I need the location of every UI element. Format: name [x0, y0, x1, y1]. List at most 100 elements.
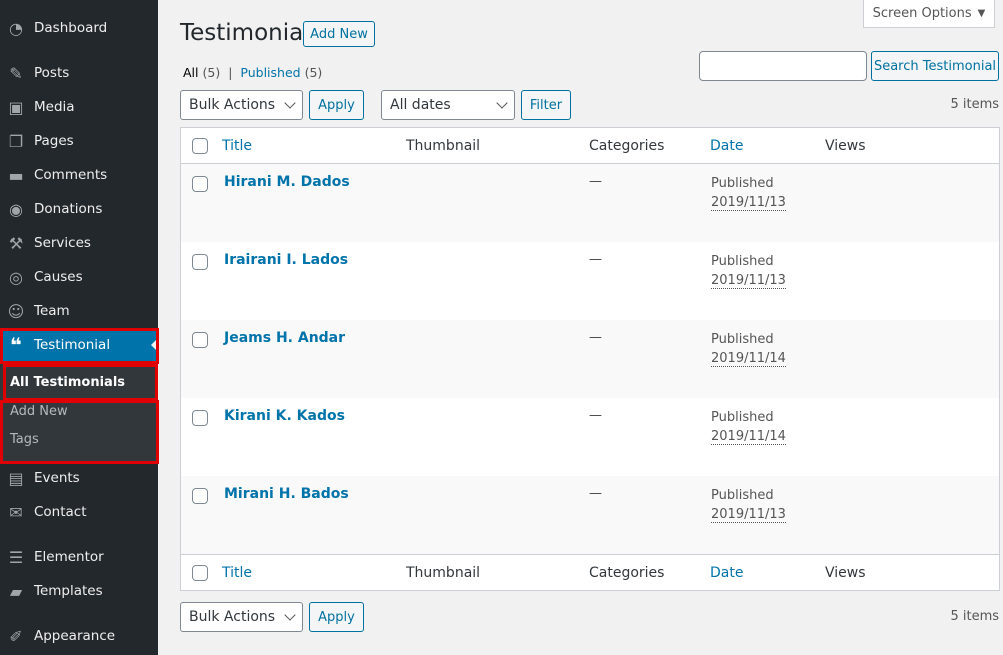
sidebar-item-pages[interactable]: ❐ Pages [0, 124, 158, 158]
testimonial-title-link[interactable]: Mirani H. Bados [224, 486, 349, 502]
view-published-count: (5) [304, 65, 323, 80]
sidebar-item-elementor[interactable]: ☰ Elementor [0, 540, 158, 574]
column-title[interactable]: Title [222, 138, 252, 154]
row-checkbox[interactable] [192, 176, 208, 192]
dashboard-icon: ◔ [9, 18, 23, 38]
view-filters: All (5) | Published (5) [183, 65, 322, 80]
sidebar-item-events[interactable]: ▤ Events [0, 461, 158, 495]
row-checkbox[interactable] [192, 254, 208, 270]
sidebar-item-label: Appearance [34, 628, 116, 644]
search-button[interactable]: Search Testimonial [871, 51, 999, 81]
testimonial-title-link[interactable]: Kirani K. Kados [224, 408, 345, 424]
sidebar-item-label: Comments [34, 167, 108, 183]
pages-icon: ❐ [8, 131, 24, 151]
testimonial-title-link[interactable]: Irairani I. Lados [224, 252, 348, 268]
status-text: Published [711, 332, 774, 347]
view-all[interactable]: All [183, 65, 199, 80]
search-input[interactable] [699, 51, 867, 81]
date-cell: Published 2019/11/14 [711, 330, 786, 368]
sidebar-item-donations[interactable]: ◉ Donations [0, 192, 158, 226]
select-all-checkbox[interactable] [192, 565, 208, 581]
sidebar-item-templates[interactable]: ▰ Templates [0, 574, 158, 608]
row-checkbox[interactable] [192, 332, 208, 348]
date-value: 2019/11/13 [711, 273, 786, 289]
elementor-icon: ☰ [8, 547, 24, 567]
table-row: Kirani K. Kados — Published 2019/11/14 [181, 398, 999, 476]
status-text: Published [711, 410, 774, 425]
apply-button-bottom[interactable]: Apply [309, 602, 364, 632]
admin-sidebar: ◔ Dashboard ✎ Posts ▣ Media ❐ Pages ▬ Comments ◉ Do… [0, 0, 158, 655]
sidebar-item-comments[interactable]: ▬ Comments [0, 158, 158, 192]
bulk-actions-value: Bulk Actions [189, 609, 276, 625]
sidebar-item-posts[interactable]: ✎ Posts [0, 56, 158, 90]
quote-icon: ❝ [10, 333, 22, 357]
table-row: Jeams H. Andar — Published 2019/11/14 [181, 320, 999, 398]
envelope-icon: ✉ [9, 502, 23, 522]
column-views: Views [825, 565, 866, 581]
add-new-button[interactable]: Add New [303, 21, 375, 47]
comment-icon: ▬ [8, 165, 24, 185]
apply-button[interactable]: Apply [309, 90, 364, 120]
sidebar-item-services[interactable]: ⚒ Services [0, 226, 158, 260]
sidebar-item-label: Elementor [34, 549, 104, 565]
sidebar-item-team[interactable]: ☺ Team [0, 294, 158, 328]
table-header: Title Thumbnail Categories Date Views [181, 128, 999, 164]
date-filter-select[interactable]: All dates [381, 90, 515, 120]
view-all-count: (5) [202, 65, 221, 80]
sidebar-item-label: Contact [34, 504, 87, 520]
sidebar-item-label: Testimonial [34, 337, 111, 353]
status-text: Published [711, 254, 774, 269]
column-date[interactable]: Date [710, 565, 743, 581]
items-count-bottom: 5 items [950, 609, 999, 624]
submenu-all-testimonials[interactable]: All Testimonials [10, 375, 125, 390]
filter-button[interactable]: Filter [521, 90, 571, 120]
chevron-down-icon [496, 97, 508, 109]
chevron-down-icon [284, 609, 296, 621]
testimonial-title-link[interactable]: Hirani M. Dados [224, 174, 350, 190]
sidebar-item-label: Media [34, 99, 75, 115]
row-checkbox[interactable] [192, 410, 208, 426]
items-count: 5 items [950, 97, 999, 112]
row-checkbox[interactable] [192, 488, 208, 504]
testimonial-title-link[interactable]: Jeams H. Andar [224, 330, 345, 346]
sidebar-item-label: Causes [34, 269, 83, 285]
sidebar-item-contact[interactable]: ✉ Contact [0, 495, 158, 529]
bulk-actions-select[interactable]: Bulk Actions [180, 90, 303, 120]
column-thumbnail: Thumbnail [406, 138, 481, 154]
status-text: Published [711, 176, 774, 191]
date-cell: Published 2019/11/13 [711, 174, 786, 212]
sidebar-item-causes[interactable]: ◎ Causes [0, 260, 158, 294]
main-content: Screen Options ▼ Testimonial Add New All … [158, 0, 1003, 655]
separator: | [228, 65, 233, 80]
paintbrush-icon: ✐ [9, 626, 23, 646]
sidebar-item-media[interactable]: ▣ Media [0, 90, 158, 124]
column-views: Views [825, 138, 866, 154]
chevron-down-icon [284, 97, 296, 109]
page-title: Testimonial [180, 20, 310, 46]
view-published[interactable]: Published [240, 65, 300, 80]
sidebar-item-testimonial[interactable]: ❝ Testimonial [0, 328, 158, 362]
date-cell: Published 2019/11/13 [711, 486, 786, 524]
categories-cell: — [589, 174, 602, 189]
sidebar-item-label: Team [34, 303, 70, 319]
calendar-icon: ▤ [8, 468, 24, 488]
submenu-add-new[interactable]: Add New [10, 404, 68, 419]
column-title[interactable]: Title [222, 565, 252, 581]
select-all-checkbox[interactable] [192, 138, 208, 154]
categories-cell: — [589, 330, 602, 345]
sidebar-item-label: Services [34, 235, 91, 251]
date-cell: Published 2019/11/13 [711, 252, 786, 290]
testimonial-submenu: All Testimonials Add New Tags [0, 362, 158, 464]
date-value: 2019/11/14 [711, 351, 786, 367]
sidebar-item-appearance[interactable]: ✐ Appearance [0, 619, 158, 653]
caret-down-icon: ▼ [977, 8, 986, 19]
submenu-tags[interactable]: Tags [10, 432, 39, 447]
bulk-actions-select-bottom[interactable]: Bulk Actions [180, 602, 303, 632]
screen-options-button[interactable]: Screen Options ▼ [863, 0, 995, 28]
table-row: Mirani H. Bados — Published 2019/11/13 [181, 476, 999, 554]
date-filter-value: All dates [390, 97, 451, 113]
table-footer: Title Thumbnail Categories Date Views [181, 554, 999, 590]
bulk-actions-value: Bulk Actions [189, 97, 276, 113]
sidebar-item-dashboard[interactable]: ◔ Dashboard [0, 11, 158, 45]
column-date[interactable]: Date [710, 138, 743, 154]
